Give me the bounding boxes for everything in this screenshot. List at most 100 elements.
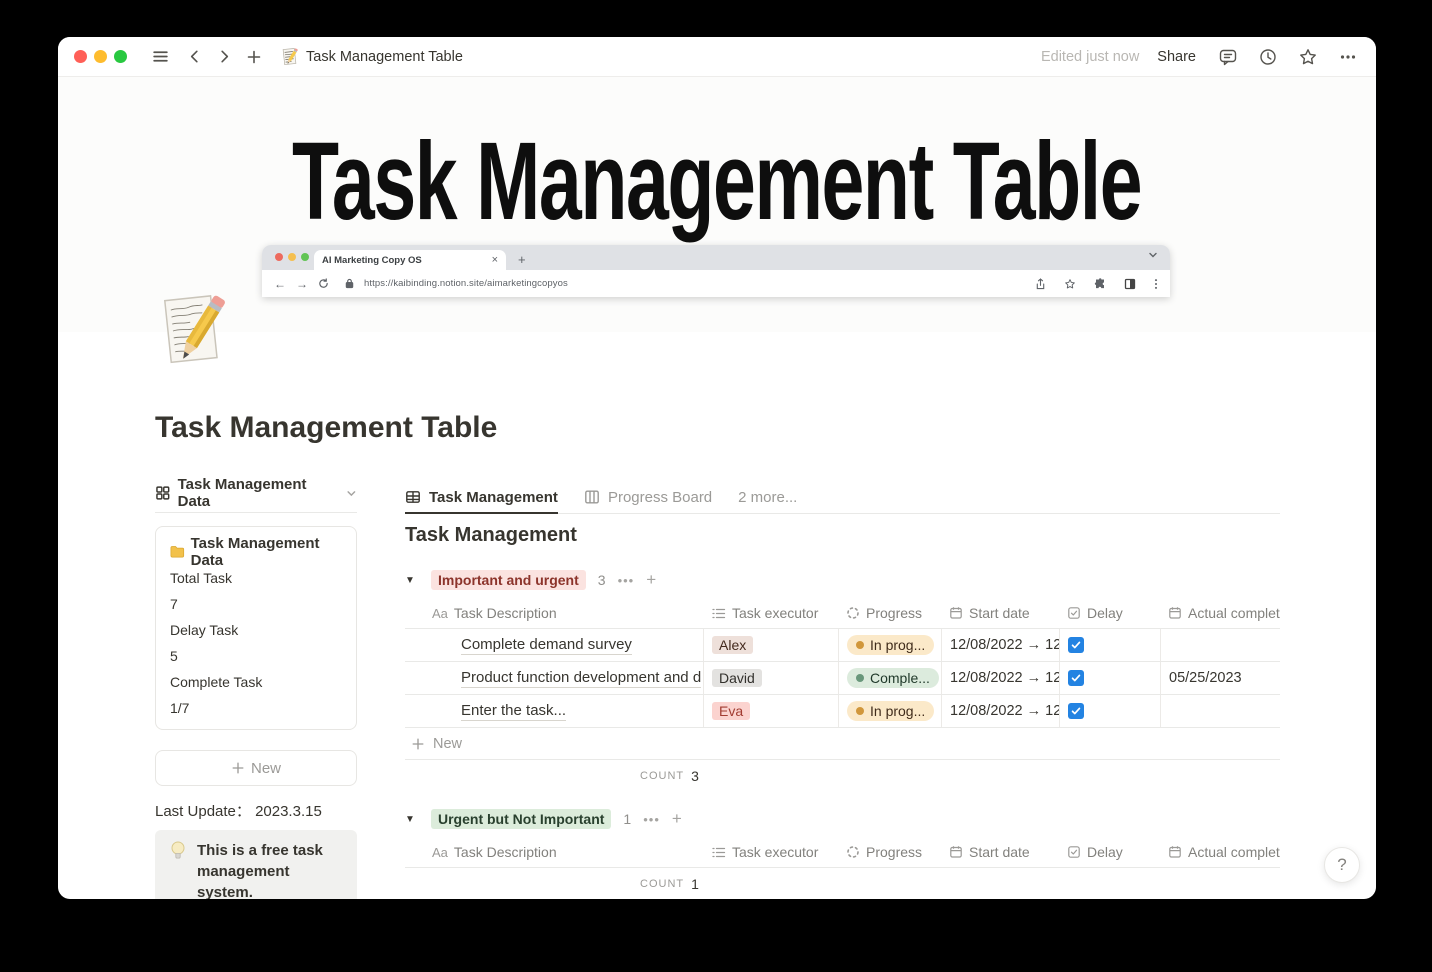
linked-database-selector[interactable]: Task Management Data — [155, 476, 357, 510]
cover-browser-image: AI Marketing Copy OS × + ← → https://kai… — [262, 245, 1170, 297]
progress-pill[interactable]: Comple... — [847, 668, 939, 688]
tab-task-management[interactable]: Task Management — [405, 481, 558, 514]
sidebar-new-button[interactable]: New — [155, 750, 357, 786]
table-row[interactable]: Enter the task... Eva In prog... 12/08/2… — [405, 695, 1280, 728]
task-title-link[interactable]: Enter the task... — [461, 702, 567, 721]
delay-checkbox-checked[interactable] — [1068, 637, 1084, 653]
browser-tab-close-icon: × — [491, 254, 498, 266]
collapse-triangle-icon[interactable]: ▼ — [405, 575, 419, 586]
task-title-link[interactable]: Complete demand survey — [461, 636, 632, 655]
tabs-more-button[interactable]: 2 more... — [738, 489, 797, 506]
delay-checkbox-checked[interactable] — [1068, 703, 1084, 719]
start-date-value[interactable]: 12/08/2022 → 12 — [950, 703, 1059, 719]
column-header-executor[interactable]: Task executor — [703, 837, 838, 867]
column-header-start-date[interactable]: Start date — [941, 837, 1059, 867]
executor-badge[interactable]: David — [712, 669, 762, 687]
calendar-icon — [1168, 845, 1182, 859]
table-row[interactable]: Complete demand survey Alex In prog... 1… — [405, 629, 1280, 662]
favorite-star-icon[interactable] — [1296, 45, 1320, 69]
actual-complete-value[interactable]: 05/25/2023 — [1169, 670, 1242, 686]
lightbulb-icon — [171, 841, 185, 859]
close-window-button[interactable] — [74, 50, 87, 63]
task-title-link[interactable]: Product function development and d — [461, 669, 702, 688]
view-tabs: Task Management Progress Board 2 more... — [405, 481, 1280, 514]
help-button[interactable]: ? — [1324, 847, 1360, 883]
nav-forward-icon[interactable] — [212, 45, 236, 69]
collapse-triangle-icon[interactable]: ▼ — [405, 814, 419, 825]
zoom-window-button[interactable] — [114, 50, 127, 63]
column-header-delay[interactable]: Delay — [1059, 837, 1160, 867]
column-header-progress[interactable]: Progress — [838, 598, 941, 628]
progress-pill[interactable]: In prog... — [847, 635, 935, 655]
column-header-delay[interactable]: Delay — [1059, 598, 1160, 628]
text-property-icon: Aa — [432, 844, 448, 860]
breadcrumb[interactable]: Task Management Table — [282, 47, 463, 67]
status-spinner-icon — [846, 845, 860, 859]
column-header-actual-complete[interactable]: Actual complete — [1160, 837, 1280, 867]
status-dot — [856, 641, 864, 649]
start-date-value[interactable]: 12/08/2022 → 12 — [950, 637, 1059, 653]
column-header-start-date[interactable]: Start date — [941, 598, 1059, 628]
page-title: Task Management Table — [155, 411, 498, 444]
tab-progress-board[interactable]: Progress Board — [584, 481, 712, 513]
browser-url: https://kaibinding.notion.site/aimarketi… — [364, 278, 568, 289]
browser-chevron-down-icon — [1148, 250, 1158, 260]
browser-share-icon — [1035, 277, 1046, 290]
stats-card[interactable]: Task Management Data Total Task 7 Delay … — [155, 526, 357, 730]
column-header-executor[interactable]: Task executor — [703, 598, 838, 628]
nav-back-icon[interactable] — [182, 45, 206, 69]
stat-label: Delay Task — [170, 622, 239, 638]
progress-pill[interactable]: In prog... — [847, 701, 935, 721]
tab-label: Progress Board — [607, 488, 713, 506]
titlebar-page-title: Task Management Table — [306, 48, 463, 65]
group-count-row: COUNT 3 — [405, 760, 1280, 792]
group-options-icon[interactable]: ••• — [643, 812, 660, 827]
browser-minimize-dot — [288, 253, 296, 261]
checkbox-property-icon — [1067, 845, 1081, 859]
new-tab-icon[interactable] — [242, 45, 266, 69]
comments-icon[interactable] — [1216, 45, 1240, 69]
last-update-value: 2023.3.15 — [255, 803, 322, 820]
checkbox-property-icon — [1067, 606, 1081, 620]
add-row-button[interactable]: New — [405, 728, 1280, 760]
delay-checkbox-checked[interactable] — [1068, 670, 1084, 686]
executor-badge[interactable]: Eva — [712, 702, 751, 720]
tab-label: Task Management — [429, 488, 558, 506]
start-date-value[interactable]: 12/08/2022 → 12 — [950, 670, 1059, 686]
group-add-icon[interactable]: + — [672, 809, 682, 829]
group-badge[interactable]: Important and urgent — [431, 570, 586, 590]
memo-pencil-page-icon[interactable] — [162, 290, 228, 372]
group-options-icon[interactable]: ••• — [618, 573, 635, 588]
plus-icon — [412, 738, 424, 749]
browser-profile-icon — [1124, 278, 1136, 290]
column-header-progress[interactable]: Progress — [838, 837, 941, 867]
history-clock-icon[interactable] — [1256, 45, 1280, 69]
browser-close-dot — [275, 253, 283, 261]
column-header-description[interactable]: Aa Task Description — [405, 837, 703, 867]
cover-hero-title: Task Management Table — [292, 120, 1143, 243]
more-options-icon[interactable] — [1336, 45, 1360, 69]
chevron-down-icon — [347, 490, 356, 496]
share-button[interactable]: Share — [1157, 49, 1196, 65]
plus-icon — [232, 762, 244, 774]
browser-extensions-puzzle-icon — [1094, 277, 1106, 290]
calendar-icon — [1168, 606, 1182, 620]
group-add-icon[interactable]: + — [646, 570, 656, 590]
column-header-actual-complete[interactable]: Actual complete — [1160, 598, 1280, 628]
callout: This is a free task management system. — [155, 830, 357, 899]
count-value: 1 — [691, 876, 699, 892]
sidebar-menu-icon[interactable] — [148, 45, 172, 69]
table-view-icon — [406, 491, 420, 503]
table-row[interactable]: Product function development and d David… — [405, 662, 1280, 695]
browser-forward-icon: → — [296, 276, 308, 291]
group-badge[interactable]: Urgent but Not Important — [431, 809, 612, 829]
browser-toolbar: ← → https://kaibinding.notion.site/aimar… — [262, 270, 1170, 297]
status-spinner-icon — [846, 606, 860, 620]
memo-page-icon — [282, 47, 298, 65]
last-update: Last Update： 2023.3.15 — [155, 800, 357, 820]
executor-badge[interactable]: Alex — [712, 636, 754, 654]
group-count: 1 — [623, 811, 632, 827]
column-header-description[interactable]: Aa Task Description — [405, 598, 703, 628]
minimize-window-button[interactable] — [94, 50, 107, 63]
browser-active-tab: AI Marketing Copy OS × — [314, 250, 506, 270]
